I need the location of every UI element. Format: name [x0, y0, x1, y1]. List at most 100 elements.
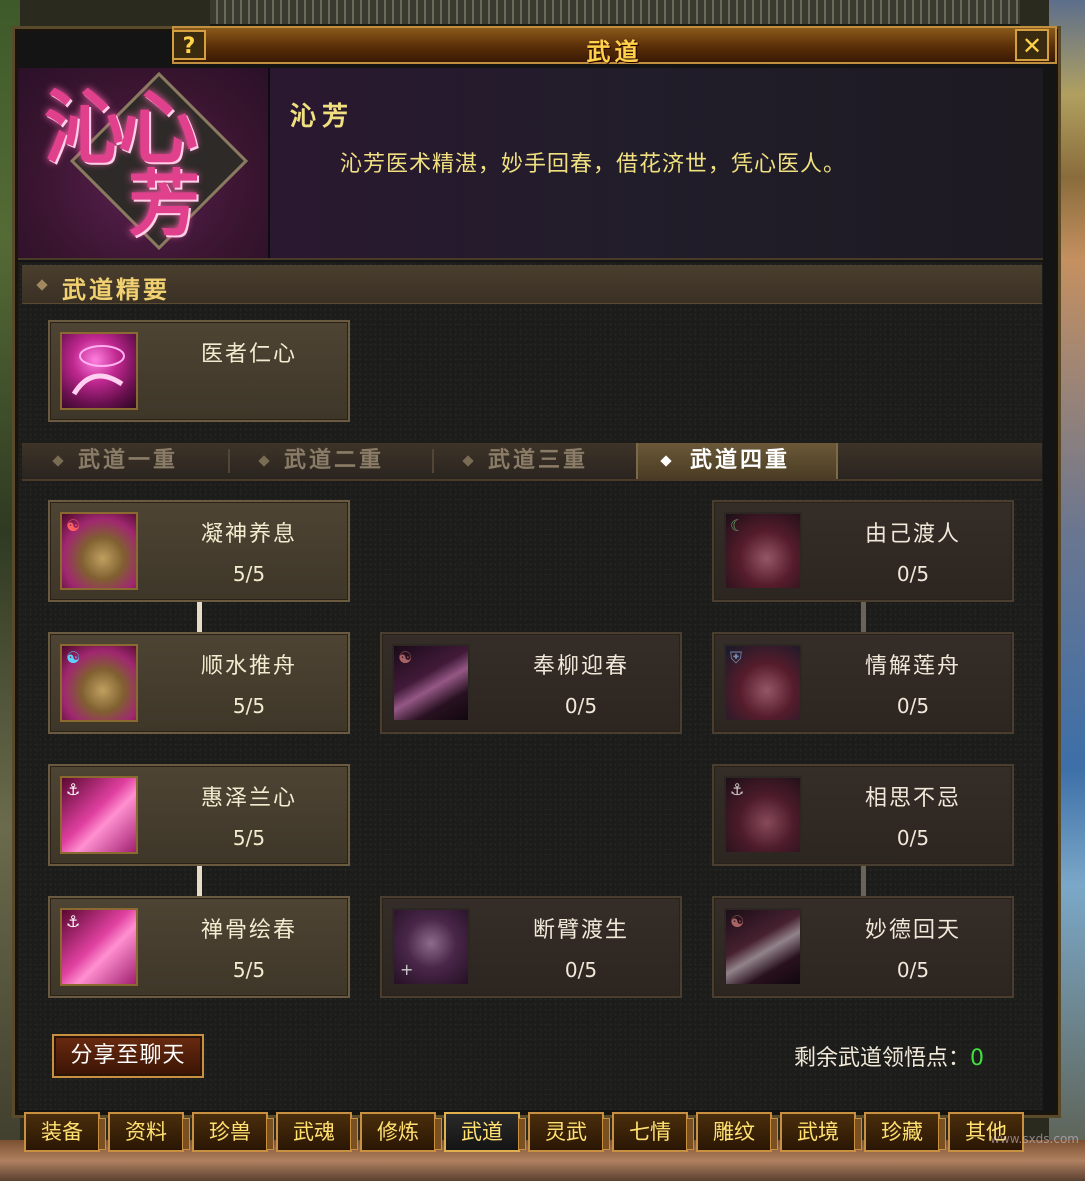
- skill-level: 0/5: [896, 694, 930, 718]
- orchid-heart-icon: ⚓: [60, 776, 138, 854]
- skill-level: 5/5: [232, 694, 266, 718]
- window-title: 武道: [586, 38, 643, 66]
- skill-card[interactable]: ☯ 顺水推舟 5/5: [48, 632, 350, 734]
- skill-name: 情解莲舟: [864, 654, 961, 679]
- remaining-points: 剩余武道领悟点：0: [794, 1040, 984, 1072]
- tab-label: 武道二重: [284, 448, 385, 473]
- bottom-tab-label: 资料: [125, 1120, 167, 1144]
- skill-level: 5/5: [232, 826, 266, 850]
- tab-label: 武道四重: [690, 448, 791, 473]
- remaining-points-value: 0: [970, 1046, 985, 1071]
- tab-tier-3[interactable]: 武道三重: [432, 443, 636, 479]
- bottom-tab-collection[interactable]: 珍藏: [864, 1112, 946, 1152]
- remaining-points-label: 剩余武道领悟点：: [794, 1046, 971, 1071]
- lotus-boat-icon: ⛨: [724, 644, 802, 722]
- essentials-title: 武道精要: [62, 276, 170, 304]
- skill-level: 0/5: [564, 958, 598, 982]
- tab-diamond-icon: [258, 455, 270, 467]
- bottom-tab-equipment[interactable]: 装备: [24, 1112, 106, 1152]
- skill-level: 5/5: [232, 958, 266, 982]
- essentials-section-bar: [22, 265, 1042, 304]
- bottom-tab-label: 武道: [461, 1120, 503, 1144]
- severed-arm-icon: +: [392, 908, 470, 986]
- skill-name: 断臂渡生: [532, 918, 629, 943]
- emblem-text-1: 沁心: [44, 81, 198, 175]
- skill-card[interactable]: ⚓ 相思不忌 0/5: [712, 764, 1014, 866]
- skill-card[interactable]: ☯ 奉柳迎春 0/5: [380, 632, 682, 734]
- bottom-tab-pets[interactable]: 珍兽: [192, 1112, 274, 1152]
- close-button[interactable]: ✕: [1015, 29, 1049, 61]
- bottom-tab-label: 装备: [41, 1120, 83, 1144]
- tab-end-cap: [602, 1118, 610, 1150]
- skill-card[interactable]: ☾ 由己渡人 0/5: [712, 500, 1014, 602]
- bottom-tab-engraving[interactable]: 雕纹: [696, 1112, 778, 1152]
- tab-end-cap: [518, 1118, 526, 1150]
- skill-connector: [197, 602, 202, 634]
- tab-diamond-icon: [52, 455, 64, 467]
- skill-name: 惠泽兰心: [200, 786, 297, 811]
- skill-card-essential[interactable]: 医者仁心: [48, 320, 350, 422]
- tab-end-cap: [98, 1118, 106, 1150]
- tab-label: 武道三重: [488, 448, 589, 473]
- bottom-tab-emotions[interactable]: 七情: [612, 1112, 694, 1152]
- skill-name: 相思不忌: [864, 786, 961, 811]
- skill-name: 由己渡人: [864, 522, 961, 547]
- skill-card[interactable]: + 断臂渡生 0/5: [380, 896, 682, 998]
- tab-tier-4[interactable]: 武道四重: [636, 443, 838, 479]
- header-divider: [268, 68, 270, 258]
- skill-name: 妙德回天: [864, 918, 961, 943]
- tab-tier-2[interactable]: 武道二重: [228, 443, 434, 479]
- tab-end-cap: [182, 1118, 190, 1150]
- skill-card[interactable]: ⚓ 禅骨绘春 5/5: [48, 896, 350, 998]
- healer-heart-icon: [60, 332, 138, 410]
- skill-level: 0/5: [896, 958, 930, 982]
- bottom-tab-cultivation[interactable]: 修炼: [360, 1112, 442, 1152]
- title-bar[interactable]: 武道: [172, 26, 1057, 66]
- bottom-tab-label: 珍兽: [209, 1120, 251, 1144]
- skill-card[interactable]: ☯ 凝神养息 5/5: [48, 500, 350, 602]
- character-header: 沁心 芳 沁芳 沁芳医术精湛，妙手回春，借花济世，凭心医人。: [18, 68, 1043, 260]
- character-emblem: 沁心 芳: [18, 68, 268, 258]
- bottom-tab-label: 雕纹: [713, 1120, 755, 1144]
- turtle-shell-water-icon: ☯: [60, 644, 138, 722]
- bottom-tab-realm[interactable]: 武境: [780, 1112, 862, 1152]
- bottom-tab-bar: 装备 资料 珍兽 武魂 修炼 武道 灵武 七情 雕纹 武境 珍藏 其他: [20, 1112, 1030, 1154]
- tab-diamond-icon: [660, 455, 672, 467]
- tab-diamond-icon: [462, 455, 474, 467]
- bottom-tab-label: 武境: [797, 1120, 839, 1144]
- share-to-chat-button[interactable]: 分享至聊天: [52, 1034, 204, 1078]
- skill-level: 5/5: [232, 562, 266, 586]
- bottom-tab-label: 灵武: [545, 1120, 587, 1144]
- bottom-tab-martial-soul[interactable]: 武魂: [276, 1112, 358, 1152]
- help-button[interactable]: ?: [172, 30, 206, 60]
- skill-level: 0/5: [564, 694, 598, 718]
- skill-connector: [861, 602, 866, 634]
- skill-card[interactable]: ⚓ 惠泽兰心 5/5: [48, 764, 350, 866]
- close-icon: ✕: [1021, 32, 1043, 60]
- tab-end-cap: [854, 1118, 862, 1150]
- skill-card[interactable]: ⛨ 情解莲舟 0/5: [712, 632, 1014, 734]
- painted-spring-icon: ⚓: [60, 908, 138, 986]
- character-description: 沁芳医术精湛，妙手回春，借花济世，凭心医人。: [340, 152, 847, 177]
- watermark: www.sxds.com: [990, 1132, 1079, 1146]
- skill-name: 奉柳迎春: [532, 654, 629, 679]
- skill-name: 医者仁心: [200, 342, 297, 367]
- skill-connector: [861, 866, 866, 898]
- tab-end-cap: [434, 1118, 442, 1150]
- bottom-tab-info[interactable]: 资料: [108, 1112, 190, 1152]
- skill-card[interactable]: ☯ 妙德回天 0/5: [712, 896, 1014, 998]
- skill-name: 顺水推舟: [200, 654, 297, 679]
- tab-end-cap: [686, 1118, 694, 1150]
- tab-tier-1[interactable]: 武道一重: [22, 443, 230, 479]
- turtle-shell-icon: ☯: [60, 512, 138, 590]
- virtue-icon: ☯: [724, 908, 802, 986]
- bottom-tab-label: 修炼: [377, 1120, 419, 1144]
- skill-name: 凝神养息: [200, 522, 297, 547]
- skill-level: 0/5: [896, 562, 930, 586]
- tab-end-cap: [266, 1118, 274, 1150]
- tab-end-cap: [350, 1118, 358, 1150]
- bottom-tab-wudao[interactable]: 武道: [444, 1112, 526, 1152]
- character-name: 沁芳: [290, 102, 355, 132]
- skill-name: 禅骨绘春: [200, 918, 297, 943]
- bottom-tab-spirit-weapon[interactable]: 灵武: [528, 1112, 610, 1152]
